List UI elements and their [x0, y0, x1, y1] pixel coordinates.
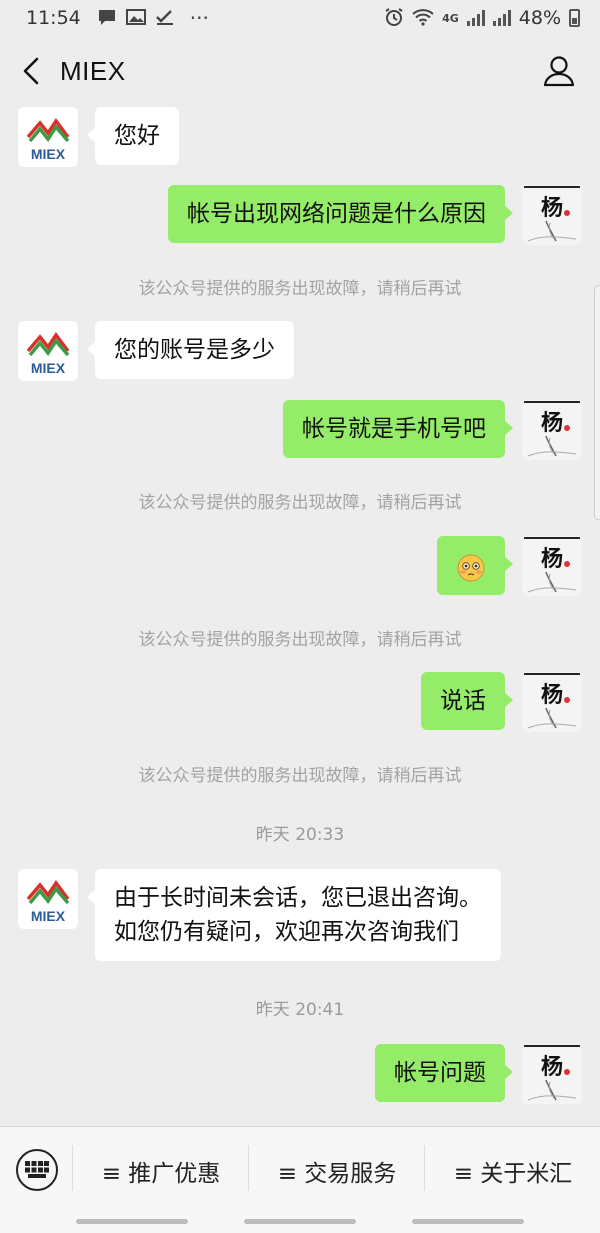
bottom-menu-bar: ≡ 推广优惠 ≡ 交易服务 ≡ 关于米汇: [0, 1126, 600, 1233]
user-avatar[interactable]: 杨: [522, 185, 582, 245]
nav-gesture-bar[interactable]: [244, 1219, 356, 1224]
system-notice: 该公众号提供的服务出现故障，请稍后再试: [138, 766, 462, 786]
flushed-face-icon: [457, 554, 485, 581]
message-bubble-outgoing-emoji[interactable]: [437, 536, 513, 595]
calligraphy-avatar-icon: 杨: [522, 1044, 582, 1104]
chat-header: MIEX: [0, 36, 600, 106]
scroll-indicator[interactable]: [594, 285, 600, 520]
image-icon: [125, 8, 146, 29]
person-icon: [543, 56, 575, 87]
calligraphy-avatar-icon: 杨: [522, 185, 582, 245]
status-time: 11:54: [26, 7, 81, 29]
svg-text:杨: 杨: [541, 682, 563, 708]
keyboard-toggle-button[interactable]: [16, 1149, 58, 1191]
chevron-left-icon: [23, 57, 39, 85]
back-button[interactable]: [14, 54, 48, 88]
svg-text:杨: 杨: [541, 546, 563, 572]
calligraphy-avatar-icon: 杨: [522, 672, 582, 732]
user-avatar[interactable]: 杨: [522, 536, 582, 596]
svg-text:MIEX: MIEX: [31, 360, 66, 376]
user-avatar[interactable]: 杨: [522, 672, 582, 732]
message-line: 由于长时间未会话，您已退出咨询。: [114, 885, 482, 911]
miex-avatar[interactable]: MIEX: [18, 321, 78, 381]
svg-text:MIEX: MIEX: [31, 146, 66, 162]
menu-divider: [248, 1145, 249, 1191]
svg-text:杨: 杨: [541, 195, 563, 221]
svg-text:杨: 杨: [541, 410, 563, 436]
message-bubble-outgoing[interactable]: 帐号就是手机号吧: [283, 400, 513, 458]
message-bubble-outgoing[interactable]: 帐号出现网络问题是什么原因: [168, 185, 513, 243]
profile-button[interactable]: [542, 54, 576, 88]
message-line: 如您仍有疑问，欢迎再次咨询我们: [114, 919, 459, 945]
calligraphy-avatar-icon: 杨: [522, 536, 582, 596]
message-bubble-incoming[interactable]: 您的账号是多少: [87, 321, 294, 379]
signal-icon-2: [492, 10, 511, 26]
message-bubble-incoming[interactable]: 由于长时间未会话，您已退出咨询。 如您仍有疑问，欢迎再次咨询我们: [87, 869, 501, 961]
miex-logo-icon: MIEX: [26, 879, 70, 924]
keyboard-icon: [25, 1161, 49, 1178]
battery-icon: [569, 9, 580, 27]
nav-gesture-bar[interactable]: [412, 1219, 524, 1224]
message-bubble-outgoing[interactable]: 帐号问题: [375, 1044, 513, 1102]
alarm-icon: [384, 7, 404, 30]
miex-logo-icon: MIEX: [26, 331, 70, 376]
check-icon: [155, 8, 175, 29]
battery-percent: 48%: [518, 7, 561, 29]
menu-item-about[interactable]: ≡ 关于米汇: [426, 1145, 600, 1197]
message-icon: [97, 8, 117, 29]
menu-item-trading-services[interactable]: ≡ 交易服务: [250, 1145, 424, 1197]
menu-divider: [72, 1145, 73, 1191]
signal-icon: [466, 10, 485, 26]
wifi-icon: [412, 8, 434, 29]
system-notice: 该公众号提供的服务出现故障，请稍后再试: [138, 630, 462, 650]
calligraphy-avatar-icon: 杨: [522, 400, 582, 460]
system-notice: 该公众号提供的服务出现故障，请稍后再试: [138, 493, 462, 513]
user-avatar[interactable]: 杨: [522, 1044, 582, 1104]
timestamp: 昨天 20:33: [255, 825, 345, 845]
user-avatar[interactable]: 杨: [522, 400, 582, 460]
nav-gesture-bar[interactable]: [76, 1219, 188, 1224]
message-bubble-outgoing[interactable]: 说话: [421, 672, 513, 730]
chat-title: MIEX: [60, 56, 126, 86]
miex-avatar[interactable]: MIEX: [18, 869, 78, 929]
miex-avatar[interactable]: MIEX: [18, 107, 78, 167]
svg-text:杨: 杨: [541, 1054, 563, 1080]
miex-logo-icon: MIEX: [26, 117, 70, 162]
menu-item-promotions[interactable]: ≡ 推广优惠: [74, 1145, 248, 1197]
timestamp: 昨天 20:41: [255, 1000, 345, 1020]
svg-text:MIEX: MIEX: [31, 908, 66, 924]
network-type: 4G: [442, 11, 459, 25]
message-bubble-incoming[interactable]: 您好: [87, 107, 179, 165]
status-bar: 11:54 ··· 4G 48%: [0, 0, 600, 36]
status-more-dots: ···: [189, 6, 209, 30]
system-notice: 该公众号提供的服务出现故障，请稍后再试: [138, 279, 462, 299]
menu-divider: [424, 1145, 425, 1191]
